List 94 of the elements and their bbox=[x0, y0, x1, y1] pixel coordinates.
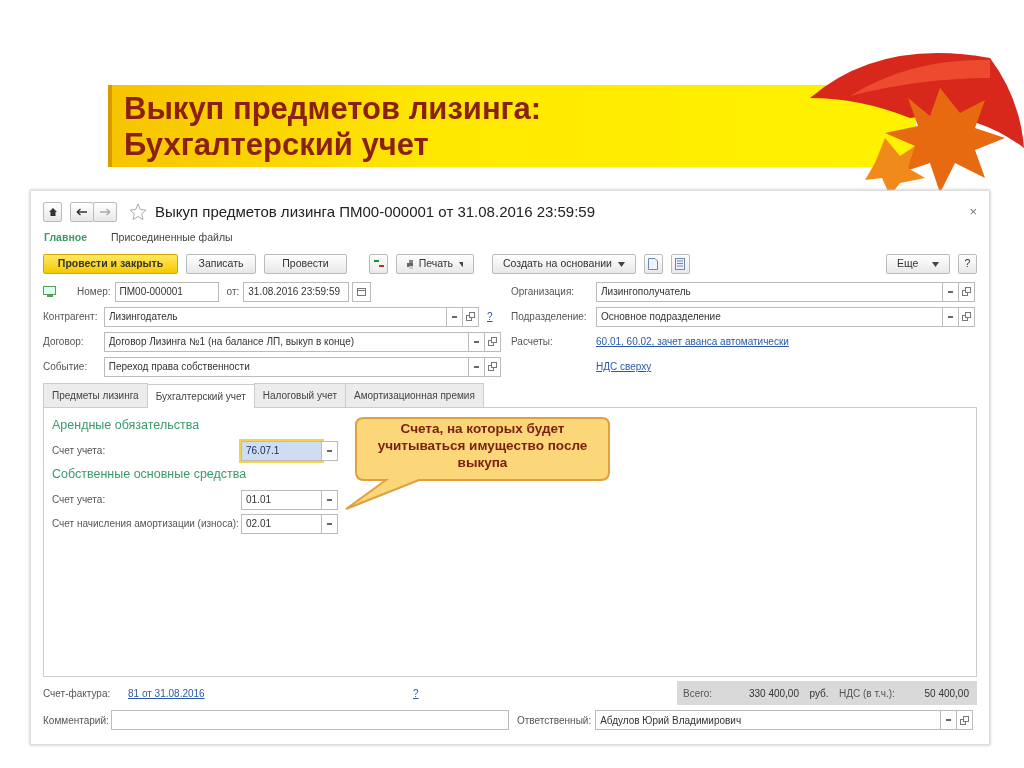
caret-icon bbox=[932, 261, 939, 267]
input-field[interactable]: Лизингополучатель bbox=[596, 281, 943, 302]
vat-label: НДС (в т.ч.): bbox=[839, 686, 896, 701]
dash-icon bbox=[474, 365, 480, 368]
input-field[interactable]: ПМ00-000001 bbox=[114, 281, 219, 302]
field-label: Расчеты: bbox=[511, 335, 554, 349]
comment-field[interactable] bbox=[111, 710, 509, 730]
document-button[interactable] bbox=[643, 254, 663, 274]
tab[interactable]: Налоговый учет bbox=[253, 383, 346, 407]
open-window-icon bbox=[962, 312, 971, 321]
field-label: от: bbox=[226, 285, 240, 299]
input-field[interactable]: 02.01 bbox=[241, 513, 322, 534]
field-label: Счет начисления амортизации (износа): bbox=[52, 517, 240, 531]
toolbar-button[interactable]: Записать bbox=[186, 254, 256, 274]
currency-label: руб. bbox=[808, 686, 830, 701]
invoice-link[interactable]: 81 от 31.08.2016 bbox=[128, 685, 413, 701]
open-window-icon bbox=[960, 715, 970, 725]
slide-title: Выкуп предметов лизинга: Бухгалтерский учет bbox=[124, 91, 543, 163]
monitor-icon bbox=[43, 286, 57, 297]
home-icon bbox=[47, 207, 58, 217]
star-icon[interactable] bbox=[129, 203, 147, 221]
link[interactable]: НДС сверху bbox=[596, 359, 652, 374]
link[interactable]: 60.01, 60.02, зачет аванса автоматически bbox=[596, 334, 789, 349]
tab[interactable]: Амортизационная премия bbox=[344, 383, 484, 407]
field-label: Ответственный: bbox=[517, 713, 592, 728]
callout-text: Счета, на которых будет учитываться имущество после выкупа bbox=[376, 420, 589, 471]
input-field[interactable]: Договор Лизинга №1 (на балансе ЛП, выкуп в конце) bbox=[103, 331, 470, 352]
group-heading: Арендные обязательства bbox=[52, 417, 200, 434]
input-field[interactable]: Переход права собственности bbox=[103, 356, 470, 377]
ledger-icon bbox=[372, 258, 385, 270]
input-field[interactable]: 76.07.1 bbox=[241, 440, 322, 461]
printer-icon bbox=[407, 259, 413, 269]
field-label: Счет учета: bbox=[52, 493, 107, 507]
open-window-icon bbox=[488, 362, 498, 371]
forward-arrow-icon bbox=[99, 208, 111, 216]
post-and-close-button[interactable]: Провести и закрыть bbox=[43, 254, 178, 274]
field-label: Организация: bbox=[511, 285, 576, 299]
open-button[interactable] bbox=[484, 331, 501, 352]
report-button[interactable] bbox=[670, 254, 690, 274]
field-label: Контрагент: bbox=[43, 310, 99, 324]
input-field[interactable]: Лизингодатель bbox=[104, 306, 447, 327]
section-tab[interactable]: Присоединенные файлы bbox=[111, 230, 233, 246]
group-heading: Собственные основные средства bbox=[52, 465, 247, 483]
dash-icon bbox=[474, 340, 480, 343]
toolbar-button[interactable]: ? bbox=[958, 254, 977, 274]
help-link[interactable]: ? bbox=[487, 309, 493, 324]
total-amount: 330 400,00 bbox=[747, 686, 799, 701]
open-button[interactable] bbox=[484, 356, 501, 377]
dash-icon bbox=[327, 522, 332, 525]
input-field[interactable]: 01.01 bbox=[241, 489, 322, 510]
tab[interactable]: Предметы лизинга bbox=[43, 383, 148, 407]
field-label: Подразделение: bbox=[511, 310, 588, 324]
open-button[interactable] bbox=[958, 281, 975, 302]
document-icon bbox=[648, 258, 659, 270]
input-field[interactable]: Абдулов Юрий Владимирович bbox=[595, 710, 942, 730]
dash-icon bbox=[452, 315, 457, 318]
open-window-icon bbox=[962, 287, 971, 296]
dash-icon bbox=[948, 290, 953, 293]
calendar-button[interactable] bbox=[352, 281, 372, 302]
caret-icon bbox=[617, 261, 625, 267]
print-button[interactable]: Печать bbox=[396, 254, 474, 274]
open-button[interactable] bbox=[958, 306, 975, 327]
tab[interactable]: Бухгалтерский учет bbox=[146, 384, 255, 408]
open-window-icon bbox=[466, 312, 475, 321]
field-label: Событие: bbox=[43, 360, 89, 374]
vat-amount: 50 400,00 bbox=[923, 686, 969, 701]
caret-icon bbox=[459, 261, 463, 267]
input-field[interactable]: 31.08.2016 23:59:59 bbox=[243, 281, 350, 302]
dash-icon bbox=[327, 498, 332, 501]
help-link[interactable]: ? bbox=[413, 685, 419, 701]
calendar-icon bbox=[357, 287, 367, 296]
dash-icon bbox=[327, 449, 332, 452]
dropdown-button[interactable]: Еще bbox=[886, 254, 950, 274]
total-label: Всего: bbox=[683, 686, 713, 701]
home-button[interactable] bbox=[43, 202, 62, 222]
back-arrow-icon bbox=[76, 208, 88, 216]
window-title: Выкуп предметов лизинга ПМ00-000001 от 31.08.2016 23:59:59 bbox=[155, 201, 596, 222]
field-label: Счет учета: bbox=[52, 444, 107, 459]
input-field[interactable]: Основное подразделение bbox=[596, 306, 943, 327]
toolbar-button[interactable]: Провести bbox=[264, 254, 347, 274]
dash-icon bbox=[946, 719, 952, 721]
field-label: Комментарий: bbox=[43, 713, 110, 728]
field-label: Счет-фактура: bbox=[43, 686, 112, 701]
ledger-button[interactable] bbox=[369, 254, 388, 274]
field-label: Номер: bbox=[77, 285, 111, 299]
open-window-icon bbox=[488, 337, 498, 346]
dropdown-button[interactable]: Создать на основании bbox=[492, 254, 636, 274]
back-button[interactable] bbox=[70, 202, 94, 222]
list-icon bbox=[675, 258, 686, 270]
open-button[interactable] bbox=[956, 710, 974, 730]
dash-icon bbox=[948, 315, 953, 318]
open-button[interactable] bbox=[462, 306, 479, 327]
field-label: Договор: bbox=[43, 335, 85, 349]
close-button[interactable]: × bbox=[969, 202, 977, 222]
